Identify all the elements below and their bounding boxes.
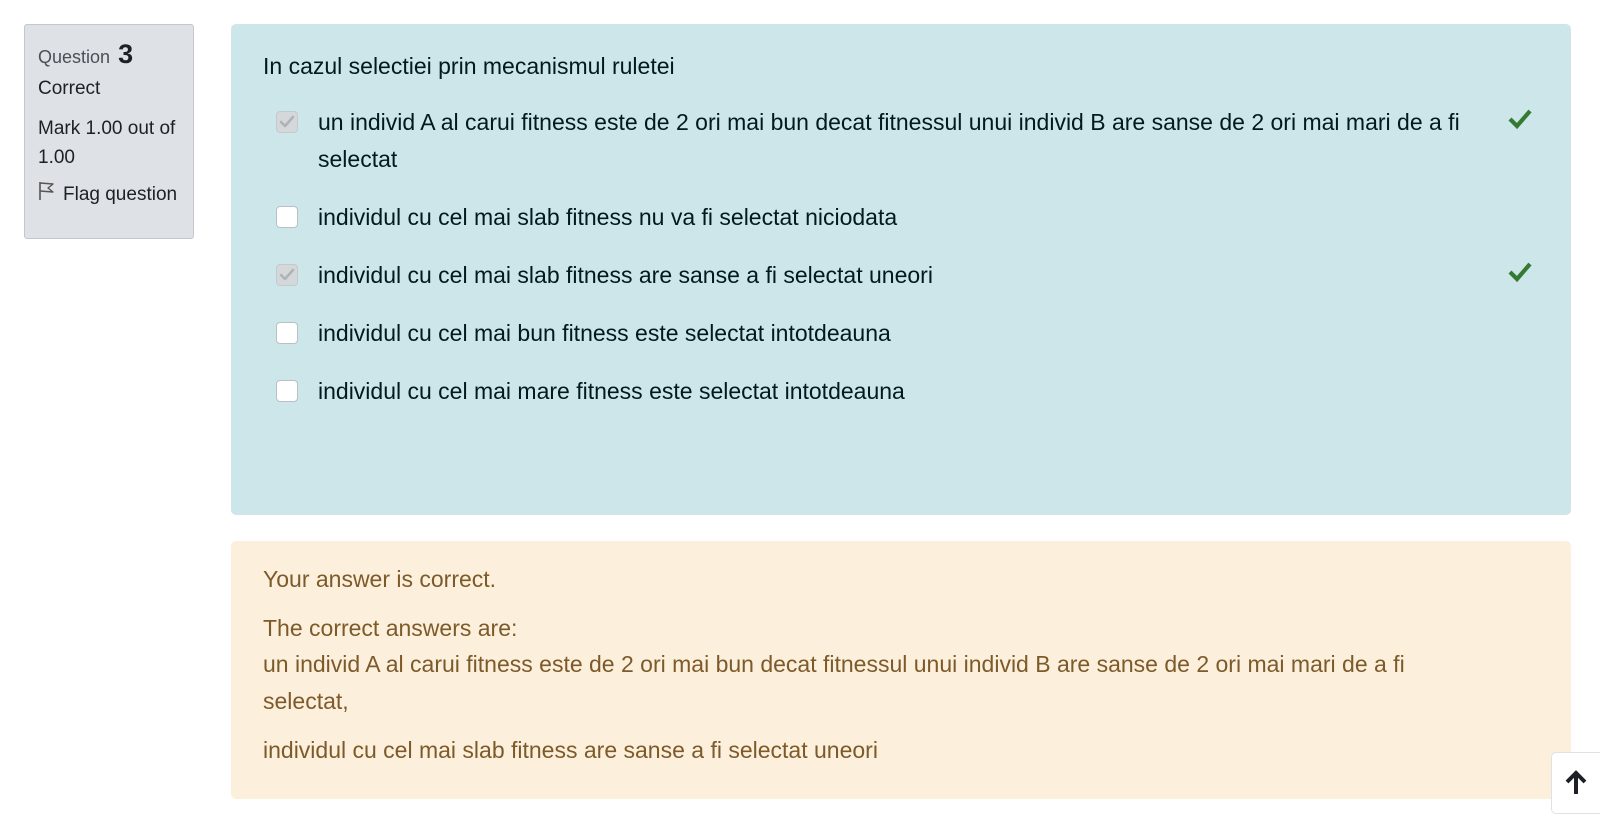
flag-outline-icon xyxy=(38,181,55,209)
question-formulation: In cazul selectiei prin mecanismul rulet… xyxy=(231,24,1571,515)
answer-label: individul cu cel mai slab fitness are sa… xyxy=(318,262,933,288)
right-answer-title: The correct answers are: xyxy=(263,615,518,641)
question-grade: Mark 1.00 out of 1.00 xyxy=(38,118,176,168)
question-state: Correct xyxy=(38,78,101,99)
answer-label: individul cu cel mai bun fitness este se… xyxy=(318,320,891,346)
answer-label: individul cu cel mai slab fitness nu va … xyxy=(318,204,898,230)
answer-label: un individ A al carui fitness este de 2 … xyxy=(318,109,1460,172)
answer-checkbox[interactable] xyxy=(276,264,298,286)
flag-question-label: Flag question xyxy=(63,184,178,205)
answer-option: individul cu cel mai slab fitness nu va … xyxy=(263,197,1539,236)
feedback-result: Your answer is correct. xyxy=(263,566,497,592)
checkbox-checkmark-icon xyxy=(279,268,295,281)
question-number-value: 3 xyxy=(118,39,134,69)
arrow-up-icon xyxy=(1565,770,1587,794)
answer-label: individul cu cel mai mare fitness este s… xyxy=(318,378,905,404)
answer-option: individul cu cel mai bun fitness este se… xyxy=(263,313,1539,352)
feedback-panel: Your answer is correct. The correct answ… xyxy=(231,541,1571,799)
answer-checkbox[interactable] xyxy=(276,380,298,402)
question-number: Question 3 xyxy=(38,39,180,72)
answer-checkbox[interactable] xyxy=(276,111,298,133)
answer-checkbox[interactable] xyxy=(276,206,298,228)
answer-checkbox[interactable] xyxy=(276,322,298,344)
answer-option: individul cu cel mai mare fitness este s… xyxy=(263,371,1539,410)
checkbox-checkmark-icon xyxy=(279,115,295,128)
question-info-panel: Question 3 Correct Mark 1.00 out of 1.00… xyxy=(24,24,194,239)
flag-question-link[interactable]: Flag question xyxy=(38,181,180,209)
answer-options: un individ A al carui fitness este de 2 … xyxy=(263,102,1539,410)
back-to-top-button[interactable] xyxy=(1551,752,1600,814)
question-label: Question xyxy=(38,47,111,67)
right-answer-line: un individ A al carui fitness este de 2 … xyxy=(263,651,1405,714)
answer-option: individul cu cel mai slab fitness are sa… xyxy=(263,255,1539,294)
check-icon xyxy=(1508,108,1532,130)
question-text: In cazul selectiei prin mecanismul rulet… xyxy=(263,53,675,79)
check-icon xyxy=(1508,261,1532,283)
right-answer-line: individul cu cel mai slab fitness are sa… xyxy=(263,737,878,763)
answer-option: un individ A al carui fitness este de 2 … xyxy=(263,102,1539,178)
